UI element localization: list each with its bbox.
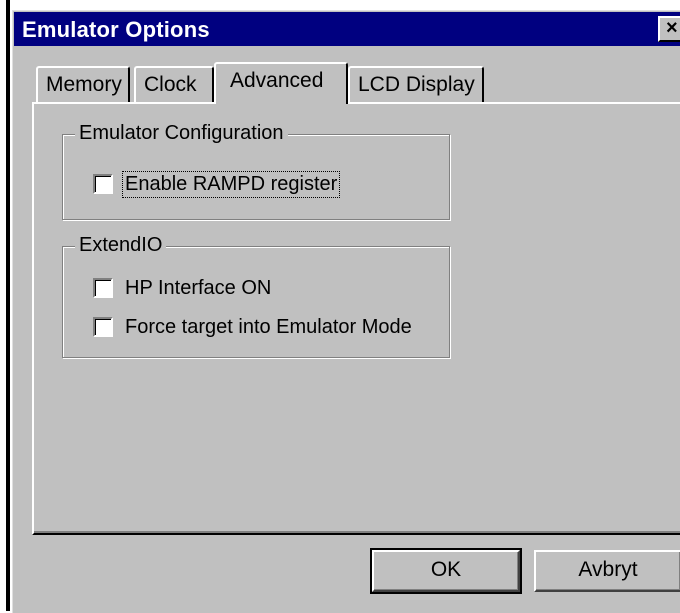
- hp-interface-on-label[interactable]: HP Interface ON: [123, 276, 273, 301]
- emulator-configuration-label: Emulator Configuration: [75, 122, 288, 145]
- ok-button-label: OK: [430, 558, 462, 581]
- tab-lcd-display[interactable]: LCD Display: [348, 66, 484, 102]
- force-target-emulator-mode-option[interactable]: Force target into Emulator Mode: [93, 314, 414, 340]
- extendio-group: ExtendIO HP Interface ON Force target in…: [62, 234, 450, 358]
- tab-panel-advanced: Emulator Configuration Enable RAMPD regi…: [32, 102, 680, 535]
- ok-button[interactable]: OK: [370, 548, 522, 594]
- force-target-emulator-mode-checkbox[interactable]: [93, 317, 113, 337]
- tab-memory-label: Memory: [46, 73, 122, 96]
- enable-rampd-register-option[interactable]: Enable RAMPD register: [93, 170, 341, 198]
- cancel-button[interactable]: Avbryt: [534, 550, 680, 592]
- enable-rampd-register-label[interactable]: Enable RAMPD register: [121, 170, 341, 198]
- cancel-button-label: Avbryt: [578, 558, 638, 581]
- tab-memory[interactable]: Memory: [36, 66, 130, 102]
- enable-rampd-register-checkbox[interactable]: [93, 174, 113, 194]
- force-target-emulator-mode-label[interactable]: Force target into Emulator Mode: [123, 315, 414, 340]
- tab-advanced-label: Advanced: [230, 69, 324, 92]
- emulator-configuration-group: Emulator Configuration Enable RAMPD regi…: [62, 122, 450, 220]
- tab-clock-label: Clock: [144, 73, 197, 96]
- extendio-label: ExtendIO: [75, 234, 167, 257]
- close-icon: ×: [666, 17, 678, 39]
- dialog-title: Emulator Options: [22, 17, 210, 42]
- title-bar[interactable]: Emulator Options ×: [14, 12, 680, 46]
- tab-clock[interactable]: Clock: [134, 66, 214, 102]
- hp-interface-on-option[interactable]: HP Interface ON: [93, 275, 273, 301]
- tab-advanced[interactable]: Advanced: [214, 62, 348, 104]
- tab-lcd-display-label: LCD Display: [358, 73, 475, 96]
- hp-interface-on-checkbox[interactable]: [93, 278, 113, 298]
- close-button[interactable]: ×: [658, 16, 680, 42]
